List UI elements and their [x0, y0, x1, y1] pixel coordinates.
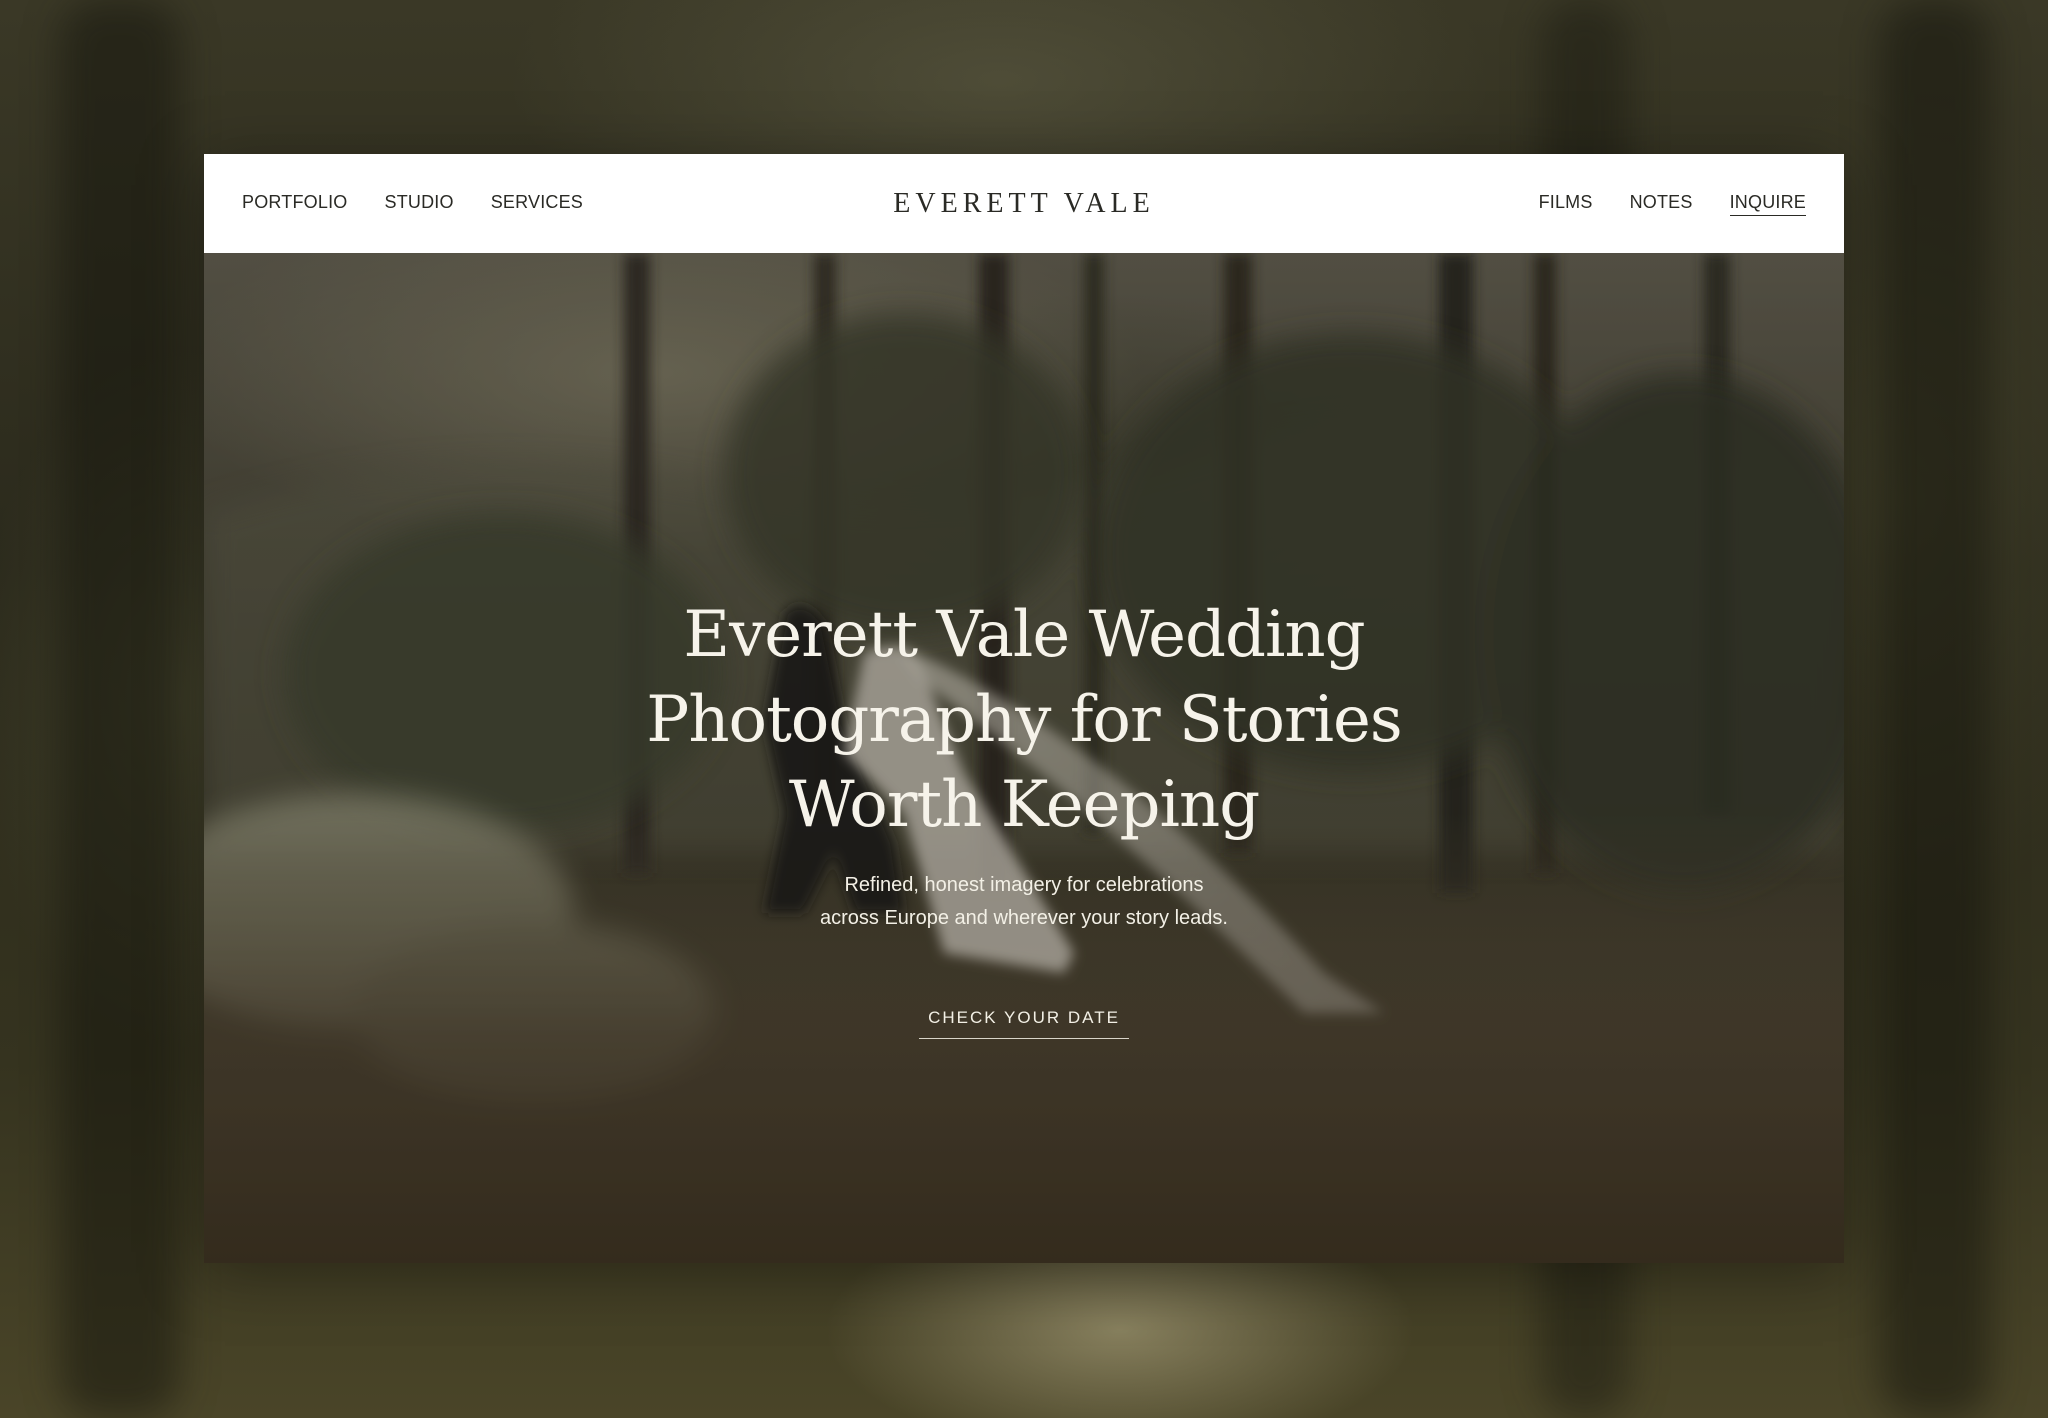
- hero-subtitle: Refined, honest imagery for celebrations…: [674, 869, 1374, 935]
- hero-section: Everett Vale Wedding Photography for Sto…: [204, 253, 1844, 1263]
- hero-subtitle-line-2: across Europe and wherever your story le…: [820, 907, 1228, 929]
- primary-nav-right: FILMS NOTES INQUIRE: [1539, 154, 1806, 253]
- check-your-date-button[interactable]: CHECK YOUR DATE: [919, 998, 1129, 1039]
- background-tree-shape: [60, 0, 180, 1418]
- primary-nav-left: PORTFOLIO STUDIO SERVICES: [242, 154, 583, 253]
- hero-content: Everett Vale Wedding Photography for Sto…: [204, 253, 1844, 1263]
- nav-link-notes[interactable]: NOTES: [1630, 192, 1693, 215]
- background-tree-shape: [1880, 0, 1990, 1418]
- nav-link-services[interactable]: SERVICES: [491, 192, 583, 215]
- website-window: PORTFOLIO STUDIO SERVICES EVERETT VALE F…: [204, 154, 1844, 1263]
- hero-headline-line-3: Worth Keeping: [788, 768, 1260, 842]
- top-navigation-bar: PORTFOLIO STUDIO SERVICES EVERETT VALE F…: [204, 154, 1844, 253]
- hero-headline: Everett Vale Wedding Photography for Sto…: [574, 593, 1474, 848]
- nav-link-inquire[interactable]: INQUIRE: [1729, 192, 1806, 216]
- hero-headline-line-2: Photography for Stories: [646, 683, 1402, 757]
- nav-link-portfolio[interactable]: PORTFOLIO: [242, 192, 348, 215]
- nav-link-studio[interactable]: STUDIO: [385, 192, 454, 215]
- hero-headline-line-1: Everett Vale Wedding: [683, 598, 1365, 672]
- hero-subtitle-line-1: Refined, honest imagery for celebrations: [844, 874, 1204, 896]
- nav-link-films[interactable]: FILMS: [1539, 192, 1593, 215]
